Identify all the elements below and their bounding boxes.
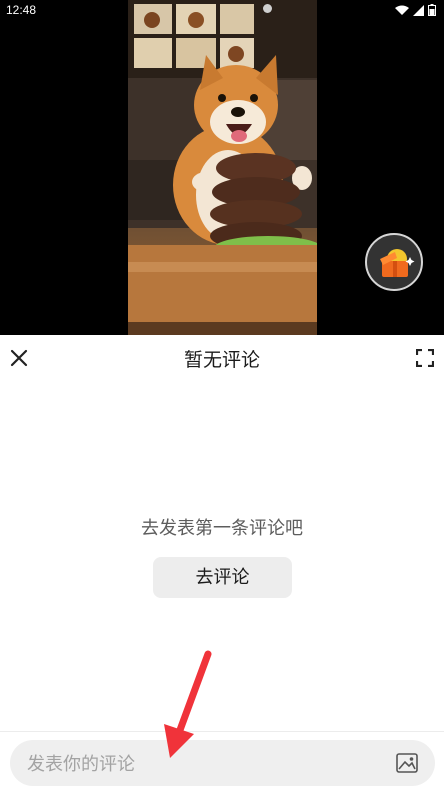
camera-cutout xyxy=(263,4,272,13)
gift-box-icon xyxy=(380,249,415,277)
wifi-icon xyxy=(395,5,409,15)
status-time: 12:48 xyxy=(6,3,37,17)
annotation-arrow xyxy=(164,650,212,758)
go-comment-button[interactable]: 去评论 xyxy=(153,557,292,598)
input-divider xyxy=(0,731,444,732)
battery-icon xyxy=(428,4,436,16)
fullscreen-button[interactable] xyxy=(415,348,435,368)
video-thumbnail xyxy=(128,0,317,335)
signal-icon xyxy=(413,4,424,16)
comment-sheet: 暂无评论 去发表第一条评论吧 去评论 xyxy=(0,335,444,801)
fullscreen-icon xyxy=(415,348,435,368)
image-button[interactable] xyxy=(396,753,418,773)
gift-button[interactable] xyxy=(365,233,423,291)
comment-input-bar[interactable] xyxy=(10,740,435,788)
image-icon xyxy=(396,753,418,773)
sheet-title: 暂无评论 xyxy=(183,349,260,371)
video-frame[interactable] xyxy=(128,0,317,335)
status-bar: 12:48 xyxy=(0,0,444,24)
video-area[interactable] xyxy=(0,0,444,335)
status-icons xyxy=(395,4,436,16)
empty-comments-text: 去发表第一条评论吧 xyxy=(141,518,303,539)
sheet-header: 暂无评论 xyxy=(0,335,444,381)
